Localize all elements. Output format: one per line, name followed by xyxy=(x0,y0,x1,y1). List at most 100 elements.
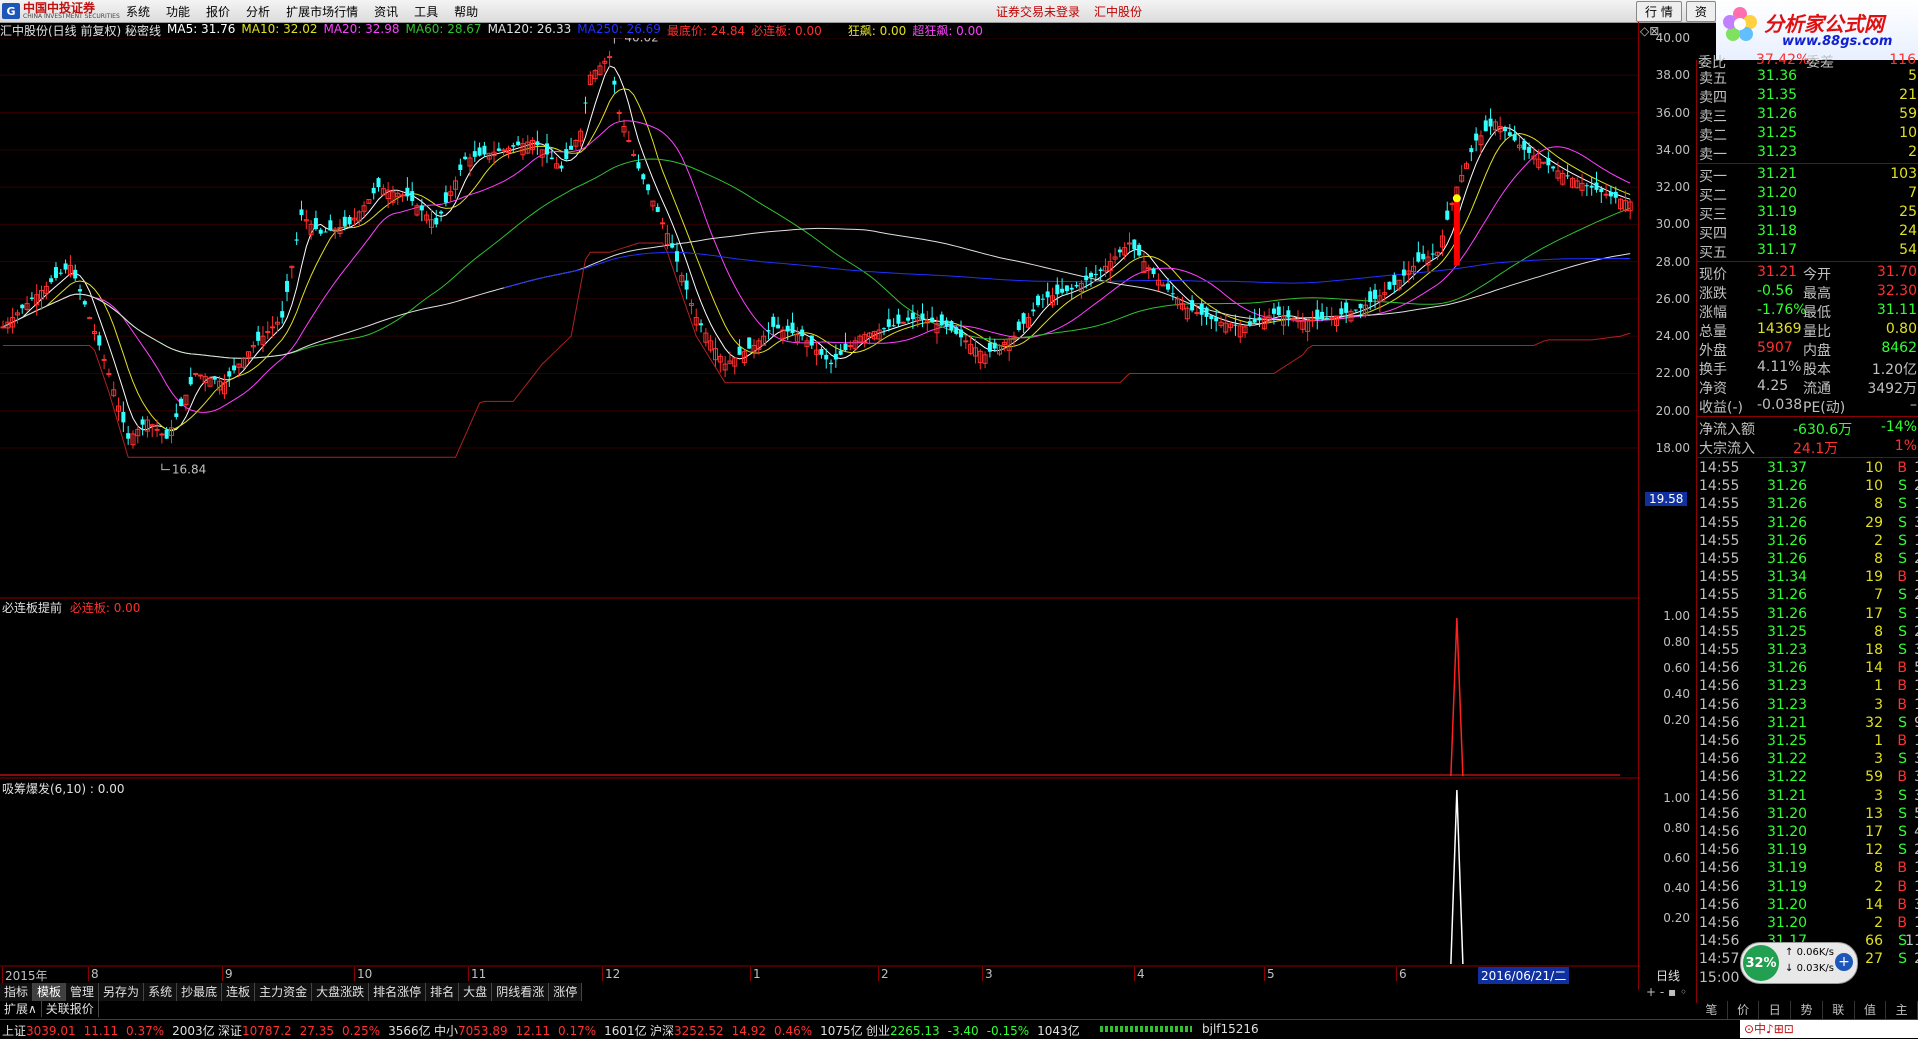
candle-body xyxy=(97,335,102,346)
menu-item-function[interactable]: 功能 xyxy=(166,3,190,20)
quote-panel-tab[interactable]: 值 xyxy=(1855,1001,1887,1019)
tick-time: 14:55 xyxy=(1699,514,1740,531)
candle-body xyxy=(1132,239,1137,250)
menu-item-tools[interactable]: 工具 xyxy=(414,3,438,20)
quote-panel-tab[interactable]: 联 xyxy=(1823,1001,1855,1019)
ask-price: 31.36 xyxy=(1757,68,1798,84)
quote-mode-button[interactable]: 行 情 xyxy=(1636,1,1682,22)
tick-row: 14:56 31.21 32 S9 xyxy=(1697,715,1918,733)
panel-tick-label: 1.00 xyxy=(1663,609,1690,623)
indicator-tab[interactable]: 连板 xyxy=(222,983,256,1001)
period-label[interactable]: 日线 xyxy=(1656,967,1680,984)
extension-tab[interactable]: 关联报价 xyxy=(42,1001,99,1017)
index-quote[interactable]: 创业2265.13 -3.40 -0.15% 1043亿 xyxy=(866,1022,1080,1039)
menu-item-extended-market[interactable]: 扩展市场行情 xyxy=(286,3,358,20)
tick-volume: 17 xyxy=(1865,605,1883,622)
quote-stat-label: 现价 xyxy=(1699,267,1727,283)
tick-count: 2 xyxy=(1914,478,1918,494)
candle-body xyxy=(1146,267,1152,270)
info-mode-button[interactable]: 资 xyxy=(1685,1,1716,22)
quote-stat-value2: – xyxy=(1910,397,1917,413)
tick-count: 1 xyxy=(1914,496,1918,512)
menu-item-news[interactable]: 资讯 xyxy=(374,3,398,20)
zoom-controls[interactable]: + - ▪ ◦ xyxy=(1646,985,1687,999)
tick-side: S xyxy=(1898,514,1907,531)
candle-body xyxy=(1271,308,1276,314)
candle-body xyxy=(684,280,689,290)
trade-login-link[interactable]: 证券交易未登录 xyxy=(996,3,1080,20)
indicator-tab[interactable]: 排名 xyxy=(426,983,460,1001)
index-quote[interactable]: 上证3039.01 11.11 0.37% 2003亿 xyxy=(2,1022,215,1039)
indicator-tab[interactable]: 阴线看涨 xyxy=(492,983,550,1001)
tick-volume: 8 xyxy=(1874,551,1883,567)
indicator-tab[interactable]: 指标 xyxy=(0,983,34,1001)
panel-restore-icon[interactable]: ◇⊠ xyxy=(1640,24,1659,38)
tick-price: 31.21 xyxy=(1767,787,1808,804)
candle-body xyxy=(1247,321,1252,325)
current-stock-link[interactable]: 汇中股份 xyxy=(1094,3,1142,20)
candle-body xyxy=(545,143,549,155)
candle-body xyxy=(1060,288,1065,293)
bid-level-row: 买四 31.18 24 xyxy=(1697,223,1918,242)
broker-logo-text: 中国中投证券 xyxy=(23,0,96,15)
extension-tab[interactable]: 扩展∧ xyxy=(0,1001,42,1017)
indicator-tab[interactable]: 排名涨停 xyxy=(369,983,427,1001)
tick-volume: 8 xyxy=(1874,496,1883,513)
indicator-tab[interactable]: 管理 xyxy=(66,983,100,1001)
quote-panel-tab[interactable]: 价 xyxy=(1728,1001,1760,1019)
ask-volume: 10 xyxy=(1899,125,1917,141)
candle-body xyxy=(1541,161,1547,164)
tick-row: 14:56 31.25 1B1 xyxy=(1697,733,1918,751)
tick-price: 31.26 xyxy=(1767,514,1808,531)
menu-item-help[interactable]: 帮助 xyxy=(454,3,478,20)
index-quote[interactable]: 深证10787.2 27.35 0.25% 3566亿 xyxy=(218,1022,431,1039)
indicator-tab[interactable]: 大盘涨跌 xyxy=(312,983,370,1001)
tick-row: 14:56 31.20 13 S5 xyxy=(1697,806,1918,824)
tick-volume: 3 xyxy=(1874,787,1883,804)
candle-body xyxy=(313,218,318,230)
quote-stat-row: 净资 4.25 流通 3492万 xyxy=(1697,378,1918,397)
quote-panel-tab[interactable]: 主 xyxy=(1886,1001,1918,1019)
quote-panel-tab[interactable]: 笔 xyxy=(1696,1001,1728,1019)
menu-item-analysis[interactable]: 分析 xyxy=(246,3,270,20)
broker-logo-subtext: CHINA INVESTMENT SECURITIES xyxy=(23,12,120,20)
ask-volume: 59 xyxy=(1899,106,1917,122)
date-tick-label: 8 xyxy=(88,967,99,981)
brand-banner: 分析家公式网 www.88gs.com xyxy=(1716,0,1918,60)
low-marker xyxy=(161,463,170,471)
quote-panel-tab[interactable]: 势 xyxy=(1791,1001,1823,1019)
network-widget[interactable]: 32% ↑ 0.06K/s ↓ 0.03K/s + xyxy=(1740,942,1858,984)
tick-side: B xyxy=(1897,660,1907,677)
tick-row: 14:56 31.20 17 S4 xyxy=(1697,824,1918,842)
add-icon[interactable]: + xyxy=(1835,953,1853,971)
kline-chart[interactable]: 40.02 16.84 xyxy=(0,38,1640,1006)
indicator-tab[interactable]: 模板 xyxy=(33,983,67,1001)
index-quote[interactable]: 中小7053.89 12.11 0.17% 1601亿 xyxy=(434,1022,647,1039)
menu-item-quote[interactable]: 报价 xyxy=(206,3,230,20)
tick-volume: 10 xyxy=(1865,460,1883,476)
indicator-tab[interactable]: 抄最底 xyxy=(177,983,223,1001)
menu-item-system[interactable]: 系统 xyxy=(126,3,150,20)
indicator-tab[interactable]: 系统 xyxy=(144,983,178,1001)
candle-body xyxy=(674,251,679,262)
quote-panel-tab[interactable]: 日 xyxy=(1759,1001,1792,1019)
panel-tick-label: 0.40 xyxy=(1663,687,1690,701)
tray-icons[interactable]: ⊙中♪⊞⊡ xyxy=(1740,1020,1918,1038)
indicator-tabs: 指标 模板 管理 另存为 系统 抄最底 连板 主力资金 大盘涨跌 排名涨停 排名 大盘 阴线看涨 涨停 xyxy=(0,983,583,1001)
tick-volume: 29 xyxy=(1865,514,1883,531)
indicator-tab[interactable]: 大盘 xyxy=(459,983,493,1001)
weicha-value: 116 xyxy=(1889,52,1916,68)
indicator-tab[interactable]: 主力资金 xyxy=(255,983,313,1001)
candle-body xyxy=(607,56,613,59)
tick-volume: 14 xyxy=(1865,660,1883,677)
indicator-tab[interactable]: 涨停 xyxy=(549,983,583,1001)
index-value: 3039.01 xyxy=(26,1024,76,1038)
candle-body xyxy=(1089,272,1093,278)
tick-row: 14:55 31.26 7S2 xyxy=(1697,587,1918,605)
indicator-tab[interactable]: 另存为 xyxy=(99,983,145,1001)
quote-stat-label2: 最低 xyxy=(1803,305,1831,321)
index-quote[interactable]: 沪深3252.52 14.92 0.46% 1075亿 xyxy=(650,1022,863,1039)
money-flow-value: 24.1万 xyxy=(1793,441,1839,457)
candle-body xyxy=(477,147,482,156)
candle-body xyxy=(1084,275,1089,281)
